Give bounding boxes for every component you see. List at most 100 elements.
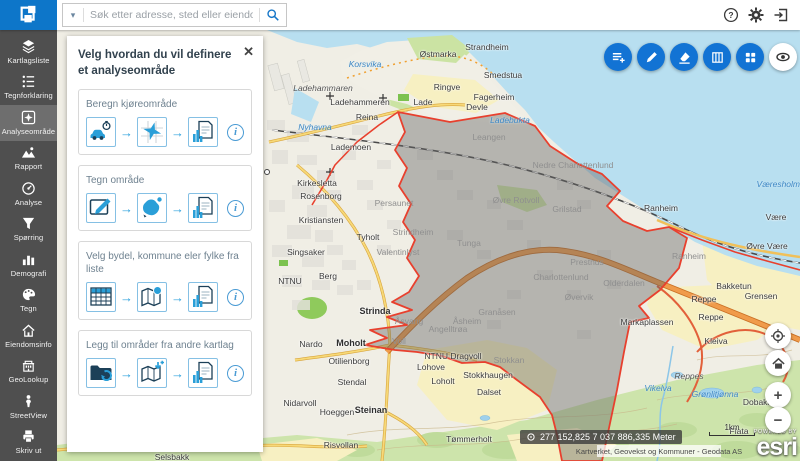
sidebar-item-rapport[interactable]: Rapport <box>0 141 57 177</box>
option-label: Tegn område <box>86 174 244 187</box>
help-button[interactable]: ? <box>722 6 740 24</box>
option-admin-list-card[interactable]: Velg bydel, kommune eler fylke fra liste… <box>78 241 252 320</box>
car-drivetime-icon <box>86 117 116 147</box>
apps-grid-button[interactable] <box>736 43 764 71</box>
gear-icon <box>748 7 764 23</box>
visibility-button[interactable] <box>769 43 797 71</box>
search-dropdown-caret[interactable]: ▾ <box>63 10 83 21</box>
report-chart-icon <box>188 117 218 147</box>
sidebar-item-tegn[interactable]: Tegn <box>0 283 57 319</box>
legend-panel-button[interactable] <box>703 43 731 71</box>
import-layer-icon <box>86 358 116 388</box>
drive-area-icon <box>137 117 167 147</box>
option-label: Velg bydel, kommune eler fylke fra liste <box>86 250 244 276</box>
layers-icon <box>21 39 36 54</box>
sidebar-item-label: Analyseområde <box>2 127 55 136</box>
esri-brand-text: esri <box>754 435 797 460</box>
sidebar-item-label: GeoLookup <box>9 375 49 384</box>
scale-label: 1km <box>709 423 755 432</box>
option-drivetime-card[interactable]: Beregn kjøreområde → → i <box>78 89 252 155</box>
panel-title: Velg hvordan du vil definere et analyseo… <box>78 48 238 79</box>
search-icon <box>266 8 280 22</box>
close-icon[interactable]: ✕ <box>243 44 254 60</box>
building-icon <box>21 358 36 373</box>
sidebar-item-tegnforklaring[interactable]: Tegnforklaring <box>0 70 57 106</box>
report-image-icon <box>21 145 36 160</box>
map-pin-icon <box>137 282 167 312</box>
attribution-text: Kartverket, Geovekst og Kommuner - Geoda… <box>576 447 742 456</box>
bar-chart-icon <box>21 252 36 267</box>
sidebar-nav: Kartlagsliste Tegnforklaring Analyseområ… <box>0 30 57 461</box>
pencil-icon <box>644 50 659 65</box>
info-icon[interactable]: i <box>227 289 244 306</box>
map-toolbar <box>604 43 797 71</box>
apps-grid-icon <box>743 50 758 65</box>
sidebar-item-analyseomrade[interactable]: Analyseområde <box>0 105 57 141</box>
coordinate-readout[interactable]: 277 152,825 7 037 886,335 Meter <box>520 430 682 444</box>
sidebar-item-analyse[interactable]: Analyse <box>0 176 57 212</box>
sidebar-item-label: Kartlagsliste <box>7 56 49 65</box>
arrow-icon: → <box>119 201 134 216</box>
info-icon[interactable]: i <box>227 124 244 141</box>
sidebar-item-sporring[interactable]: Spørring <box>0 212 57 248</box>
printer-icon <box>21 429 36 444</box>
visibility-eye-icon <box>775 49 791 65</box>
option-draw-card[interactable]: Tegn område → → i <box>78 165 252 231</box>
geodata-logo-icon <box>18 4 40 26</box>
locate-target-icon <box>770 328 786 344</box>
eraser-icon <box>677 50 692 65</box>
draw-sketch-icon <box>86 193 116 223</box>
report-chart-icon <box>188 282 218 312</box>
add-to-list-icon <box>611 50 626 65</box>
search-button[interactable] <box>260 8 286 22</box>
arrow-icon: → <box>170 125 185 140</box>
home-button[interactable] <box>765 350 791 376</box>
arrow-icon: → <box>119 125 134 140</box>
filter-funnel-icon <box>21 216 36 231</box>
arrow-icon: → <box>170 201 185 216</box>
search-bar: ▾ <box>62 3 287 27</box>
zoom-out-button[interactable]: − <box>765 407 791 433</box>
sidebar-item-skriv-ut[interactable]: Skriv ut <box>0 425 57 461</box>
report-chart-icon <box>188 193 218 223</box>
crosshair-icon <box>526 432 536 442</box>
house-icon <box>21 323 36 338</box>
erase-button[interactable] <box>670 43 698 71</box>
info-icon[interactable]: i <box>227 200 244 217</box>
app-root: ØstmarkaStrandheimKorsvikaLadehammarenLa… <box>0 0 800 461</box>
app-logo[interactable] <box>0 0 57 30</box>
zoom-in-glyph: + <box>774 387 783 404</box>
sidebar-item-kartlagsliste[interactable]: Kartlagsliste <box>0 34 57 70</box>
info-icon[interactable]: i <box>227 365 244 382</box>
sidebar-item-label: Tegnforklaring <box>4 91 53 100</box>
logout-button[interactable] <box>772 6 790 24</box>
gauge-icon <box>21 181 36 196</box>
header-actions: ? <box>722 6 800 24</box>
arrow-icon: → <box>170 290 185 305</box>
option-label: Legg til områder fra andre kartlag <box>86 339 244 352</box>
arrow-icon: → <box>119 366 134 381</box>
sidebar-item-eiendomsinfo[interactable]: Eiendomsinfo <box>0 318 57 354</box>
polygon-blob-icon <box>137 193 167 223</box>
zoom-out-glyph: − <box>774 412 783 429</box>
svg-text:?: ? <box>728 10 733 20</box>
sidebar-item-geolookup[interactable]: GeoLookup <box>0 354 57 390</box>
map-attribution: Kartverket, Geovekst og Kommuner - Geoda… <box>597 445 721 457</box>
sidebar-item-label: Demografi <box>11 269 47 278</box>
home-icon <box>771 356 786 371</box>
sidebar-item-label: Tegn <box>20 304 37 313</box>
sidebar-item-label: Analyse <box>15 198 42 207</box>
scale-bar: 1km <box>709 423 755 436</box>
sidebar-item-demografi[interactable]: Demografi <box>0 247 57 283</box>
option-import-layer-card[interactable]: Legg til områder fra andre kartlag → → i <box>78 330 252 396</box>
draw-button[interactable] <box>637 43 665 71</box>
add-to-list-button[interactable] <box>604 43 632 71</box>
coordinate-text: 277 152,825 7 037 886,335 Meter <box>540 432 676 442</box>
sidebar-item-streetview[interactable]: StreetView <box>0 389 57 425</box>
search-input[interactable] <box>84 9 259 21</box>
zoom-in-button[interactable]: + <box>765 382 791 408</box>
sidebar-item-label: Eiendomsinfo <box>5 340 52 349</box>
locate-button[interactable] <box>765 323 791 349</box>
legend-list-icon <box>21 74 36 89</box>
settings-button[interactable] <box>747 6 765 24</box>
